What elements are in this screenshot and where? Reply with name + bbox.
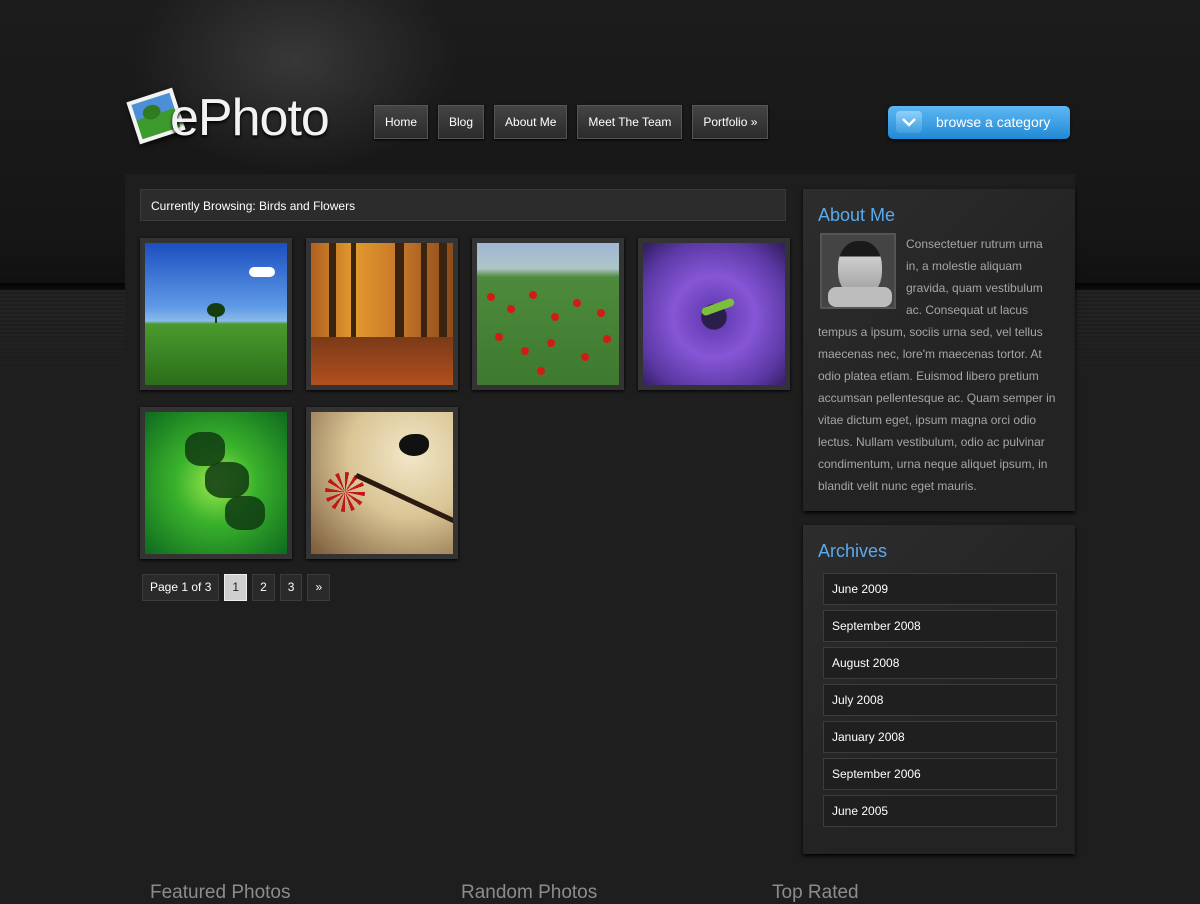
field-photo bbox=[145, 243, 287, 385]
archives-title: Archives bbox=[818, 541, 888, 561]
footer-heading-top-rated: Top Rated bbox=[772, 882, 859, 903]
archive-link[interactable]: August 2008 bbox=[823, 647, 1057, 679]
photo-thumbnail-field[interactable] bbox=[140, 238, 292, 390]
archive-link[interactable]: July 2008 bbox=[823, 684, 1057, 716]
archive-link[interactable]: January 2008 bbox=[823, 721, 1057, 753]
footer-heading-featured: Featured Photos bbox=[150, 882, 291, 903]
about-me-widget: About Me Consectetuer rutrum urna in, a … bbox=[803, 189, 1075, 511]
archives-list: June 2009 September 2008 August 2008 Jul… bbox=[823, 573, 1057, 832]
logo-text: ePhoto bbox=[170, 89, 330, 147]
chevron-down-icon bbox=[896, 111, 922, 133]
archive-link[interactable]: June 2005 bbox=[823, 795, 1057, 827]
about-me-text-block: Consectetuer rutrum urna in, a molestie … bbox=[818, 233, 1056, 497]
frog-photo bbox=[145, 412, 287, 554]
nav-meet-the-team[interactable]: Meet The Team bbox=[577, 105, 683, 139]
page-link-3[interactable]: 3 bbox=[279, 574, 303, 601]
nav-home[interactable]: Home bbox=[374, 105, 429, 139]
avatar bbox=[820, 233, 896, 309]
photo-thumbnail-hummingbird[interactable] bbox=[306, 407, 458, 559]
nav-blog[interactable]: Blog bbox=[438, 105, 485, 139]
page-link-1[interactable]: 1 bbox=[224, 574, 248, 601]
footer-heading-random: Random Photos bbox=[461, 882, 598, 903]
main-nav: Home Blog About Me Meet The Team Portfol… bbox=[374, 105, 769, 139]
archive-link[interactable]: June 2009 bbox=[823, 573, 1057, 605]
archives-widget: Archives June 2009 September 2008 August… bbox=[803, 525, 1075, 854]
page-link-2[interactable]: 2 bbox=[252, 574, 275, 601]
hummingbird-photo bbox=[311, 412, 453, 554]
forest-photo bbox=[311, 243, 453, 385]
archive-link[interactable]: September 2006 bbox=[823, 758, 1057, 790]
anemone-photo bbox=[643, 243, 785, 385]
nav-about-me[interactable]: About Me bbox=[494, 105, 568, 139]
about-me-title: About Me bbox=[818, 205, 896, 225]
browse-category-label: browse a category bbox=[936, 114, 1051, 130]
archive-link[interactable]: September 2008 bbox=[823, 610, 1057, 642]
pagination: Page 1 of 3 1 2 3 » bbox=[142, 574, 331, 601]
photo-thumbnail-forest[interactable] bbox=[306, 238, 458, 390]
site-logo[interactable]: ePhoto bbox=[126, 82, 343, 154]
photo-thumbnail-frog[interactable] bbox=[140, 407, 292, 559]
page-info: Page 1 of 3 bbox=[142, 574, 220, 601]
photo-thumbnail-poppies[interactable] bbox=[472, 238, 624, 390]
browse-category-button[interactable]: browse a category bbox=[888, 106, 1070, 139]
currently-browsing-bar: Currently Browsing: Birds and Flowers bbox=[140, 189, 786, 221]
nav-portfolio[interactable]: Portfolio » bbox=[692, 105, 769, 139]
photo-thumbnail-anemone[interactable] bbox=[638, 238, 790, 390]
poppies-photo bbox=[477, 243, 619, 385]
next-page-link[interactable]: » bbox=[307, 574, 331, 601]
